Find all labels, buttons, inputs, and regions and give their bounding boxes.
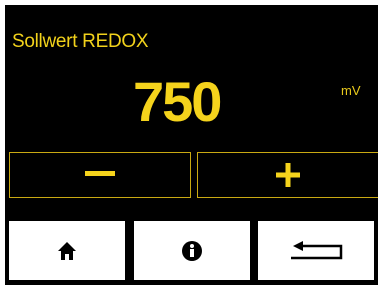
screen-title: Sollwert REDOX	[12, 31, 149, 52]
decrease-button[interactable]	[9, 152, 191, 198]
minus-icon	[85, 171, 115, 179]
return-icon	[287, 240, 345, 262]
home-icon	[57, 241, 77, 261]
info-icon	[181, 240, 203, 262]
setpoint-value: 750	[133, 70, 222, 133]
info-button[interactable]	[134, 221, 250, 280]
plus-icon	[276, 163, 300, 187]
home-button[interactable]	[9, 221, 125, 280]
return-button[interactable]	[258, 221, 374, 280]
unit-label: mV	[341, 83, 361, 98]
increase-button[interactable]	[197, 152, 378, 198]
